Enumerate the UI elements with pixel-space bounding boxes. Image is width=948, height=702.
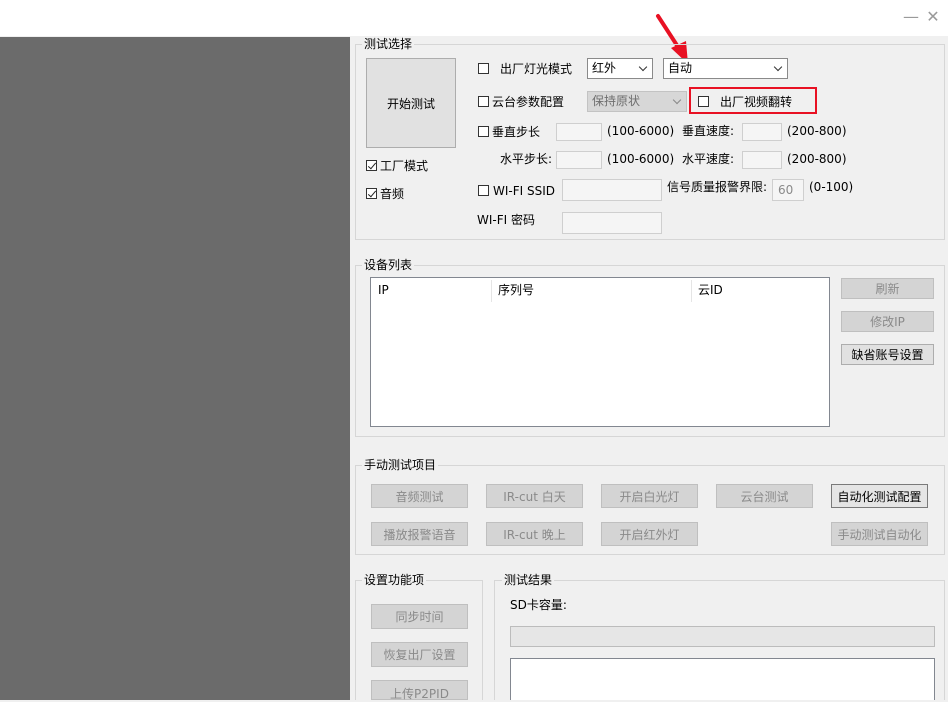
vertical-step-input[interactable] — [556, 123, 602, 141]
signal-threshold-range: (0-100) — [809, 180, 854, 194]
video-flip-checkbox[interactable] — [698, 96, 709, 107]
auto-test-config-button[interactable]: 自动化测试配置 — [831, 484, 928, 508]
wifi-ssid-label: WI-FI SSID — [493, 184, 556, 198]
upload-p2pid-button[interactable]: 上传P2PID — [371, 680, 468, 701]
white-light-button[interactable]: 开启白光灯 — [601, 484, 698, 508]
modify-ip-button[interactable]: 修改IP — [841, 311, 934, 332]
manual-test-title: 手动测试项目 — [362, 458, 439, 472]
restore-factory-button[interactable]: 恢复出厂设置 — [371, 642, 468, 667]
settings-title: 设置功能项 — [362, 573, 427, 587]
vertical-step-checkbox[interactable] — [478, 126, 489, 137]
ptz-config-select[interactable]: 保持原状 — [587, 91, 687, 112]
horizontal-step-input[interactable] — [556, 151, 602, 169]
vertical-step-range: (100-6000) — [607, 124, 675, 138]
vertical-speed-range: (200-800) — [787, 124, 847, 138]
result-log-textarea[interactable] — [510, 658, 935, 700]
wifi-ssid-input[interactable] — [562, 179, 662, 201]
play-alarm-voice-button[interactable]: 播放报警语音 — [371, 522, 468, 546]
wifi-password-input[interactable] — [562, 212, 662, 234]
signal-threshold-label: 信号质量报警界限: — [667, 180, 768, 194]
audio-label: 音频 — [380, 187, 405, 201]
start-test-button[interactable]: 开始测试 — [366, 58, 456, 148]
factory-light-mode-label: 出厂灯光模式 — [500, 62, 573, 76]
infrared-light-button[interactable]: 开启红外灯 — [601, 522, 698, 546]
factory-mode-checkbox[interactable] — [366, 160, 377, 171]
horizontal-step-range: (100-6000) — [607, 152, 675, 166]
minimize-button[interactable]: — — [902, 6, 920, 28]
factory-mode-label: 工厂模式 — [380, 159, 429, 173]
column-header-cloud-id[interactable]: 云ID — [698, 282, 723, 298]
default-account-button[interactable]: 缺省账号设置 — [841, 344, 934, 365]
horizontal-speed-input[interactable] — [742, 151, 782, 169]
column-header-serial[interactable]: 序列号 — [498, 282, 534, 298]
vertical-step-label: 垂直步长 — [492, 125, 541, 139]
chevron-down-icon — [773, 62, 783, 72]
audio-checkbox[interactable] — [366, 188, 377, 199]
light-mode-value: 自动 — [668, 61, 693, 75]
ptz-config-value: 保持原状 — [592, 94, 641, 108]
test-select-title: 测试选择 — [362, 37, 415, 51]
horizontal-speed-label: 水平速度: — [682, 152, 735, 166]
wifi-ssid-checkbox[interactable] — [478, 185, 489, 196]
close-button[interactable]: ✕ — [924, 6, 942, 28]
light-mode-select[interactable]: 自动 — [663, 58, 788, 79]
horizontal-step-label: 水平步长: — [500, 152, 553, 166]
audio-test-button[interactable]: 音频测试 — [371, 484, 468, 508]
ptz-config-label: 云台参数配置 — [492, 95, 565, 109]
column-header-ip[interactable]: IP — [378, 282, 389, 298]
sync-time-button[interactable]: 同步时间 — [371, 604, 468, 629]
light-type-value: 红外 — [592, 61, 617, 75]
ptz-config-checkbox[interactable] — [478, 96, 489, 107]
vertical-speed-label: 垂直速度: — [682, 124, 735, 138]
result-title: 测试结果 — [502, 573, 555, 587]
sd-capacity-label: SD卡容量: — [510, 598, 567, 612]
manual-test-auto-button[interactable]: 手动测试自动化 — [831, 522, 928, 546]
column-divider — [691, 280, 692, 302]
refresh-button[interactable]: 刷新 — [841, 278, 934, 299]
video-flip-label: 出厂视频翻转 — [720, 95, 793, 109]
chevron-down-icon — [638, 62, 648, 72]
factory-light-mode-checkbox[interactable] — [478, 63, 489, 74]
light-type-select[interactable]: 红外 — [587, 58, 653, 79]
horizontal-speed-range: (200-800) — [787, 152, 847, 166]
title-bar — [0, 0, 948, 36]
ptz-test-button[interactable]: 云台测试 — [716, 484, 813, 508]
device-list-table[interactable]: IP 序列号 云ID — [370, 277, 830, 427]
ircut-day-button[interactable]: IR-cut 白天 — [486, 484, 583, 508]
device-list-title: 设备列表 — [362, 258, 415, 272]
vertical-speed-input[interactable] — [742, 123, 782, 141]
signal-threshold-input[interactable]: 60 — [772, 179, 804, 201]
column-divider — [491, 280, 492, 302]
wifi-password-label: WI-FI 密码 — [477, 213, 535, 227]
video-preview-pane — [0, 37, 350, 700]
chevron-down-icon — [672, 95, 682, 105]
ircut-night-button[interactable]: IR-cut 晚上 — [486, 522, 583, 546]
sd-capacity-progress — [510, 626, 935, 647]
